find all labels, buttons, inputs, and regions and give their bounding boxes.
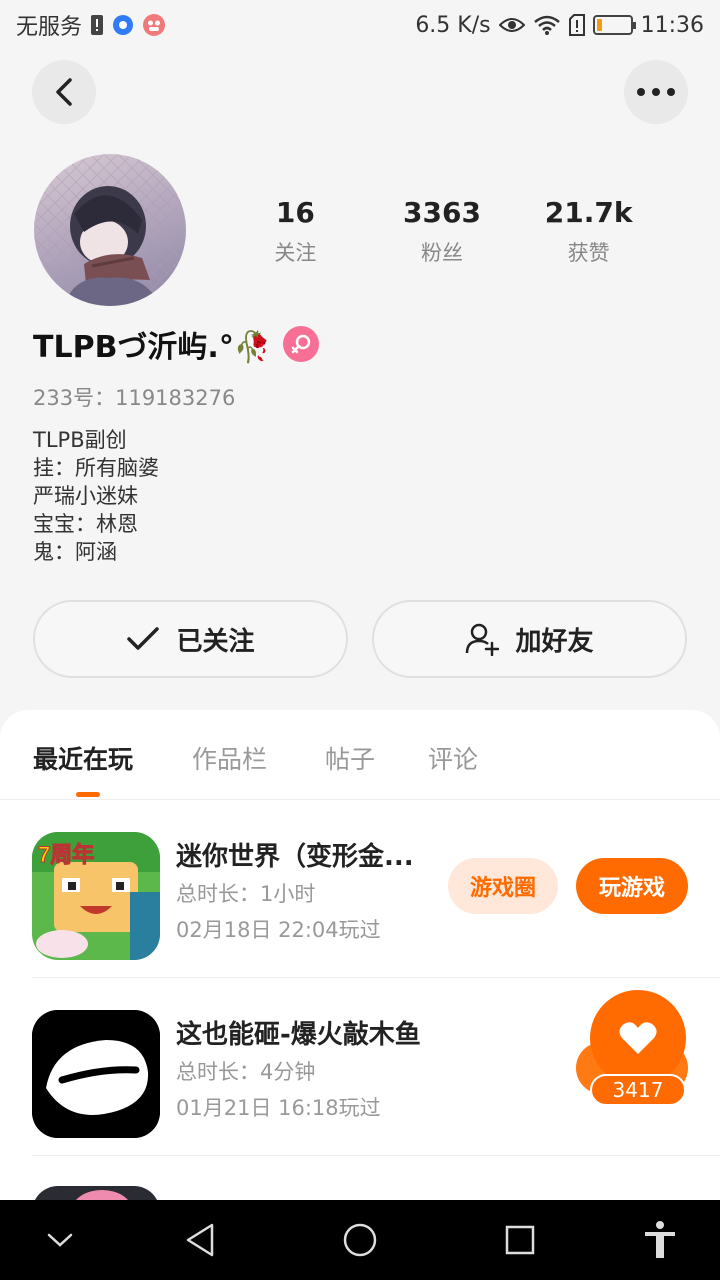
play-game-button[interactable]: 玩游戏 [576,858,688,914]
back-nav-button[interactable] [180,1220,220,1260]
tab-recently-played[interactable]: 最近在玩 [33,740,133,776]
bio-line: 挂：所有脑婆 [33,456,159,480]
user-id: 233号：119183276 [33,382,235,412]
tab-posts[interactable]: 帖子 [325,740,375,776]
stat-fans[interactable]: 3363 粉丝 [372,196,512,267]
bio-line: 严瑞小迷妹 [33,484,138,508]
wooden-fish-game-icon [32,1010,160,1138]
circle-home-icon [343,1223,377,1257]
stat-fans-value: 3363 [403,196,481,229]
user-id-value: 119183276 [115,386,236,410]
tab-comments[interactable]: 评论 [428,740,478,776]
bio-line: TLPB副创 [33,428,127,452]
square-recents-icon [505,1225,535,1255]
anniversary-badge-text: 7周年 [38,842,94,867]
chevron-left-icon [56,78,72,106]
clock-text: 11:36 [640,12,704,38]
next-game-icon [32,1186,160,1200]
carrier-text: 无服务 [16,15,83,40]
female-icon [283,326,320,362]
game-title: 迷你世界（变形金... [176,842,414,872]
stat-following[interactable]: 16 关注 [225,196,365,267]
sim-alert-icon [90,14,104,36]
stat-likes-label: 获赞 [567,241,610,265]
status-bar: 无服务 6.5 K/s 11:36 [0,0,720,50]
accessibility-button[interactable] [640,1220,680,1260]
content-panel: 最近在玩 作品栏 帖子 评论 7周年 迷你世界（变形金... 总时长：1小时 0… [0,710,720,1200]
stat-following-label: 关注 [274,241,317,265]
game-circle-button[interactable]: 游戏圈 [448,858,558,914]
tab-bar: 最近在玩 作品栏 帖子 评论 [0,710,720,800]
nickname-row: TLPBづ沂屿.°🥀 [33,322,320,366]
game-last-played: 02月18日 22:04玩过 [176,918,381,942]
mini-world-game-icon: 7周年 [32,832,160,960]
list-item[interactable]: 7周年 迷你世界（变形金... 总时长：1小时 02月18日 22:04玩过 游… [32,800,720,978]
like-button[interactable]: 3417 [576,990,696,1120]
app-notification-icon-2 [142,13,166,37]
more-dots-icon [637,88,675,96]
list-item[interactable]: 这也能砸-爆火敲木鱼 总时长：4分钟 01月21日 16:18玩过 3417 [32,978,720,1156]
home-nav-button[interactable] [340,1220,380,1260]
active-tab-indicator [76,792,100,797]
stat-likes-value: 21.7k [544,196,633,229]
hide-nav-button[interactable] [40,1220,80,1260]
chevron-down-icon [47,1233,73,1247]
followed-button-label: 已关注 [176,626,255,657]
heart-icon [619,1022,657,1054]
add-user-icon [466,623,500,656]
battery-level-fill [596,19,603,31]
like-button-circle [590,990,686,1086]
back-button[interactable] [32,60,96,124]
game-duration: 总时长：4分钟 [176,1060,316,1084]
stat-following-value: 16 [275,196,315,229]
game-last-played: 01月21日 16:18玩过 [176,1096,381,1120]
checkmark-icon [127,627,160,650]
bio: TLPB副创 挂：所有脑婆 严瑞小迷妹 宝宝：林恩 鬼：阿涵 [33,426,159,566]
triangle-back-icon [186,1223,214,1257]
nickname: TLPBづ沂屿.°🥀 [33,330,272,365]
add-friend-button[interactable]: 加好友 [372,600,687,678]
net-speed-text: 6.5 K/s [415,12,491,38]
accessibility-icon [645,1221,675,1258]
game-title: 这也能砸-爆火敲木鱼 [176,1020,421,1050]
recents-nav-button[interactable] [500,1220,540,1260]
sim-card-alert-icon [568,14,585,36]
battery-icon [592,15,636,35]
followed-button[interactable]: 已关注 [33,600,348,678]
bio-line: 宝宝：林恩 [33,512,138,536]
system-nav-bar [0,1200,720,1280]
game-duration: 总时长：1小时 [176,882,316,906]
wifi-icon [533,14,561,36]
user-id-label: 233号： [33,386,116,410]
bio-line: 鬼：阿涵 [33,540,117,564]
add-friend-button-label: 加好友 [515,626,594,657]
avatar-illustration [34,154,186,306]
app-notification-icon [112,14,134,36]
stat-likes[interactable]: 21.7k 获赞 [519,196,659,267]
more-options-button[interactable] [624,60,688,124]
like-count: 3417 [590,1074,686,1106]
avatar[interactable] [34,154,186,306]
tab-works[interactable]: 作品栏 [192,740,267,776]
stat-fans-label: 粉丝 [420,241,463,265]
profile-stats: 16 关注 3363 粉丝 21.7k 获赞 [222,196,662,267]
eye-icon [498,16,525,34]
